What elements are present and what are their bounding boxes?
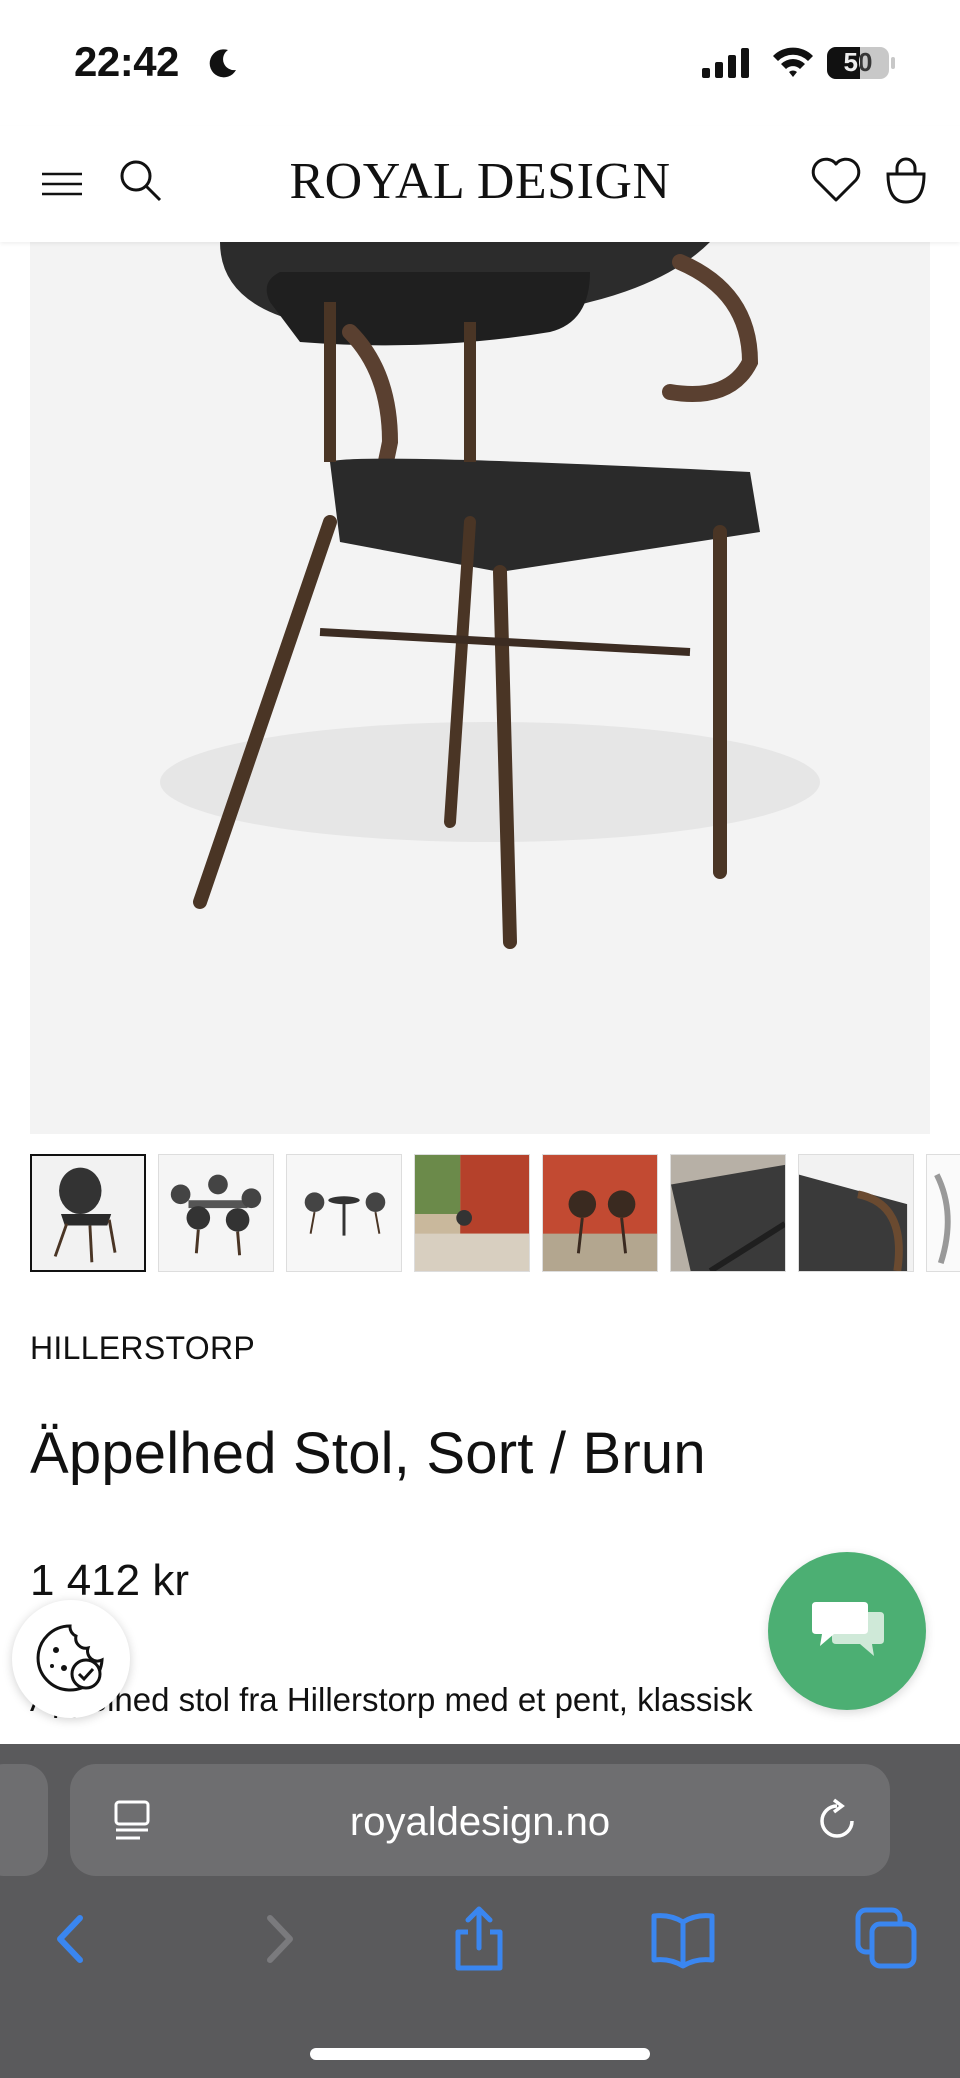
- thumbnail-bistro-set[interactable]: [286, 1154, 402, 1272]
- heart-icon[interactable]: [810, 154, 862, 204]
- share-icon[interactable]: [444, 1904, 514, 1974]
- thumbnail-partial[interactable]: [926, 1154, 960, 1272]
- wifi-icon: [773, 47, 813, 77]
- forward-icon[interactable]: [244, 1904, 314, 1974]
- product-price: 1 412 kr: [30, 1556, 189, 1605]
- browser-bottom-bar: royaldesign.no: [0, 1744, 960, 2078]
- chat-button[interactable]: [768, 1552, 926, 1710]
- thumbnail-arm-detail[interactable]: [798, 1154, 914, 1272]
- status-bar: 22:42 50: [0, 0, 960, 126]
- chair-image: [160, 242, 820, 949]
- cellular-signal-icon: [702, 48, 749, 78]
- product-image[interactable]: [30, 242, 930, 1134]
- address-bar[interactable]: royaldesign.no: [70, 1764, 890, 1876]
- status-time: 22:42: [74, 38, 179, 85]
- thumbnail-red-wall-scene[interactable]: [414, 1154, 530, 1272]
- battery-level: 50: [843, 47, 873, 77]
- shopping-bag-icon[interactable]: [882, 154, 930, 206]
- thumbnail-strip: [30, 1154, 960, 1272]
- thumbnail-seat-detail[interactable]: [670, 1154, 786, 1272]
- home-indicator: [310, 2048, 650, 2060]
- thumbnail-outdoor-chairs[interactable]: [542, 1154, 658, 1272]
- chat-bubbles-icon: [812, 1602, 884, 1656]
- browser-toolbar: [0, 1904, 960, 2004]
- tabs-icon[interactable]: [852, 1904, 922, 1974]
- site-header: ROYAL DESIGN: [0, 126, 960, 242]
- product-title: Äppelhed Stol, Sort / Brun: [30, 1421, 706, 1486]
- cookie-settings-button[interactable]: [12, 1600, 130, 1718]
- product-brand[interactable]: HILLERSTORP: [30, 1330, 255, 1367]
- battery-indicator: 50: [826, 46, 896, 80]
- back-icon[interactable]: [36, 1904, 106, 1974]
- thumbnail-dining-set[interactable]: [158, 1154, 274, 1272]
- thumbnail-chair-front[interactable]: [30, 1154, 146, 1272]
- previous-tab-card[interactable]: [0, 1764, 48, 1876]
- cookie-icon: [36, 1624, 104, 1692]
- reload-icon[interactable]: [814, 1798, 860, 1844]
- moon-icon: [209, 49, 236, 78]
- url-text[interactable]: royaldesign.no: [70, 1800, 890, 1845]
- bookmarks-icon[interactable]: [648, 1904, 718, 1974]
- product-description: Äppelhed stol fra Hillerstorp med et pen…: [30, 1681, 753, 1718]
